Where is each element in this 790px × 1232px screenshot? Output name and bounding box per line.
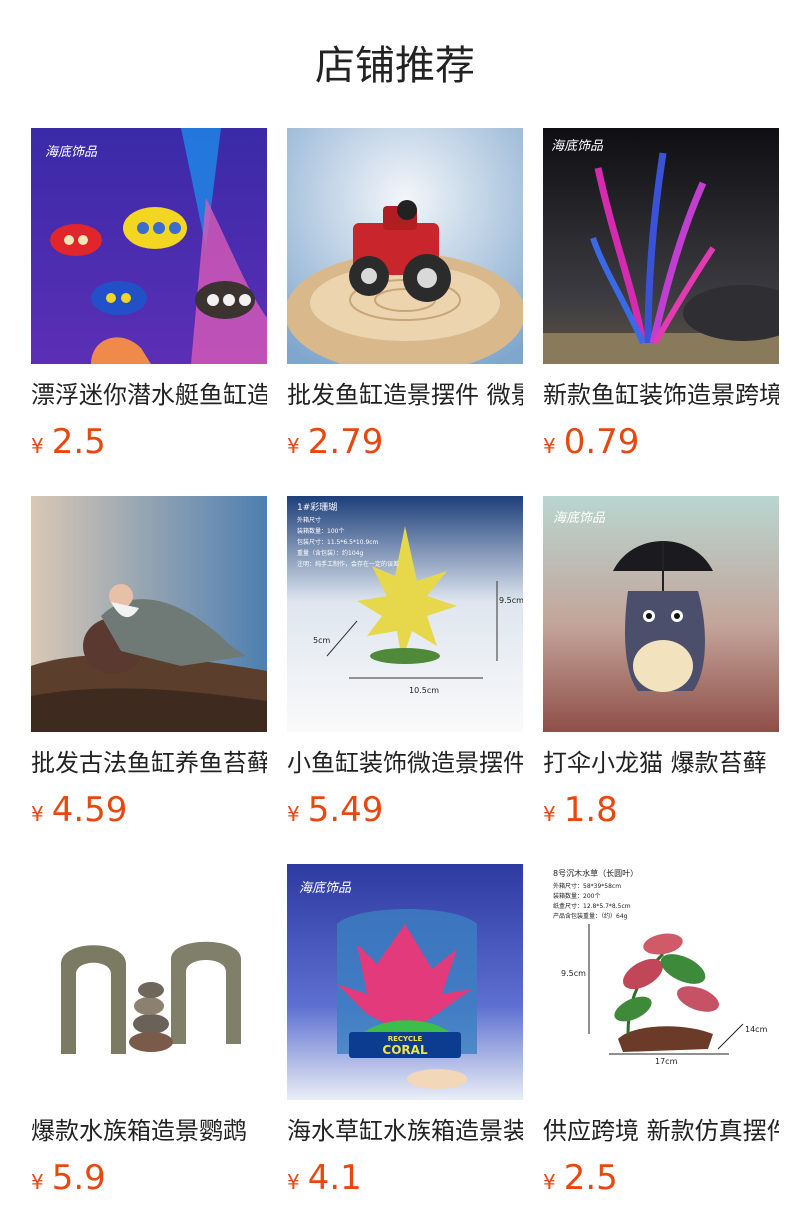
- product-image[interactable]: 海底饰品: [543, 496, 779, 732]
- spec-note: 注明：纯手工制作，会存在一定的误差: [297, 560, 399, 568]
- dim-width: 10.5cm: [409, 686, 439, 695]
- product-title[interactable]: 新款鱼缸装饰造景跨境: [543, 378, 779, 412]
- spec-outer: 外箱尺寸：58*39*58cm: [553, 882, 621, 890]
- product-card[interactable]: 海底饰品 新款鱼缸装饰造景跨境 ¥0.79: [543, 128, 779, 468]
- product-card[interactable]: 海底饰品 漂浮迷你潜水艇鱼缸造景摆件 ¥2.5: [31, 128, 267, 468]
- spec-name: 8号沉木水草（长圆叶）: [553, 868, 638, 878]
- product-title[interactable]: 小鱼缸装饰微造景摆件: [287, 746, 523, 780]
- watermark-text: 海底饰品: [45, 145, 98, 160]
- product-image[interactable]: 海底饰品: [31, 128, 267, 364]
- product-title[interactable]: 供应跨境 新款仿真摆件: [543, 1114, 779, 1148]
- currency-symbol: ¥: [31, 1170, 44, 1194]
- price-amount: 4.1: [307, 1158, 362, 1198]
- spec-size-label: 外箱尺寸: [297, 516, 321, 524]
- product-title[interactable]: 批发鱼缸造景摆件 微景观: [287, 378, 523, 412]
- dim-depth: 14cm: [745, 1025, 768, 1034]
- price-amount: 5.9: [51, 1158, 106, 1198]
- currency-symbol: ¥: [31, 434, 44, 458]
- product-image[interactable]: [31, 496, 267, 732]
- product-price: ¥2.79: [287, 422, 523, 468]
- product-price: ¥0.79: [543, 422, 779, 468]
- dim-depth: 5cm: [313, 636, 330, 645]
- price-amount: 5.49: [307, 790, 384, 830]
- product-image[interactable]: [287, 128, 523, 364]
- product-image[interactable]: 8号沉木水草（长圆叶） 外箱尺寸：58*39*58cm 装箱数量：200个 纸盒…: [543, 864, 779, 1100]
- product-card[interactable]: 爆款水族箱造景鹦鹉 ¥5.9: [31, 864, 267, 1204]
- product-title[interactable]: 爆款水族箱造景鹦鹉: [31, 1114, 267, 1148]
- dim-height: 9.5cm: [499, 596, 523, 605]
- product-card[interactable]: 1#彩珊瑚 外箱尺寸 装箱数量：100个 包装尺寸：11.5*6.5*10.9c…: [287, 496, 523, 836]
- currency-symbol: ¥: [543, 802, 556, 826]
- product-price: ¥1.8: [543, 790, 779, 836]
- spec-weight: 重量（含包装）：约104g: [297, 549, 363, 557]
- product-card[interactable]: 批发古法鱼缸养鱼苔藓 ¥4.59: [31, 496, 267, 836]
- product-title[interactable]: 漂浮迷你潜水艇鱼缸造景摆件: [31, 378, 267, 412]
- product-price: ¥5.49: [287, 790, 523, 836]
- currency-symbol: ¥: [31, 802, 44, 826]
- brand-top-text: RECYCLE: [388, 1035, 423, 1043]
- product-image[interactable]: 1#彩珊瑚 外箱尺寸 装箱数量：100个 包装尺寸：11.5*6.5*10.9c…: [287, 496, 523, 732]
- price-amount: 2.5: [563, 1158, 618, 1198]
- product-title[interactable]: 打伞小龙猫 爆款苔藓: [543, 746, 779, 780]
- product-price: ¥2.5: [543, 1158, 779, 1204]
- currency-symbol: ¥: [287, 802, 300, 826]
- product-price: ¥2.5: [31, 422, 267, 468]
- product-price: ¥4.1: [287, 1158, 523, 1204]
- product-card[interactable]: 8号沉木水草（长圆叶） 外箱尺寸：58*39*58cm 装箱数量：200个 纸盒…: [543, 864, 779, 1204]
- price-amount: 2.79: [307, 422, 384, 462]
- watermark-text: 海底饰品: [299, 881, 352, 896]
- product-card[interactable]: 海底饰品 打伞小龙猫 爆款苔藓 ¥1.8: [543, 496, 779, 836]
- currency-symbol: ¥: [287, 1170, 300, 1194]
- spec-box: 包装尺寸：11.5*6.5*10.9cm: [297, 538, 379, 546]
- product-price: ¥4.59: [31, 790, 267, 836]
- spec-name: 1#彩珊瑚: [297, 502, 337, 513]
- product-title[interactable]: 批发古法鱼缸养鱼苔藓: [31, 746, 267, 780]
- spec-box: 纸盒尺寸：12.8*5.7*8.5cm: [553, 902, 631, 910]
- price-amount: 2.5: [51, 422, 106, 462]
- dim-width: 17cm: [655, 1057, 678, 1066]
- product-card[interactable]: 批发鱼缸造景摆件 微景观 ¥2.79: [287, 128, 523, 468]
- watermark-text: 海底饰品: [553, 511, 606, 526]
- currency-symbol: ¥: [287, 434, 300, 458]
- price-amount: 1.8: [563, 790, 618, 830]
- product-image[interactable]: RECYCLE CORAL 海底饰品: [287, 864, 523, 1100]
- product-card[interactable]: RECYCLE CORAL 海底饰品 海水草缸水族箱造景装饰 ¥4.1: [287, 864, 523, 1204]
- product-grid: 海底饰品 漂浮迷你潜水艇鱼缸造景摆件 ¥2.5: [0, 0, 790, 1232]
- product-image[interactable]: 海底饰品: [543, 128, 779, 364]
- dim-height: 9.5cm: [561, 969, 586, 978]
- spec-qty: 装箱数量：100个: [297, 527, 344, 535]
- price-amount: 0.79: [563, 422, 640, 462]
- watermark-text: 海底饰品: [551, 139, 604, 154]
- product-image[interactable]: [31, 864, 267, 1100]
- currency-symbol: ¥: [543, 434, 556, 458]
- spec-qty: 装箱数量：200个: [553, 892, 600, 900]
- price-amount: 4.59: [51, 790, 128, 830]
- spec-weight: 产品含包装重量：（约）64g: [553, 912, 628, 920]
- product-price: ¥5.9: [31, 1158, 267, 1204]
- currency-symbol: ¥: [543, 1170, 556, 1194]
- brand-text: CORAL: [382, 1043, 428, 1057]
- product-title[interactable]: 海水草缸水族箱造景装饰: [287, 1114, 523, 1148]
